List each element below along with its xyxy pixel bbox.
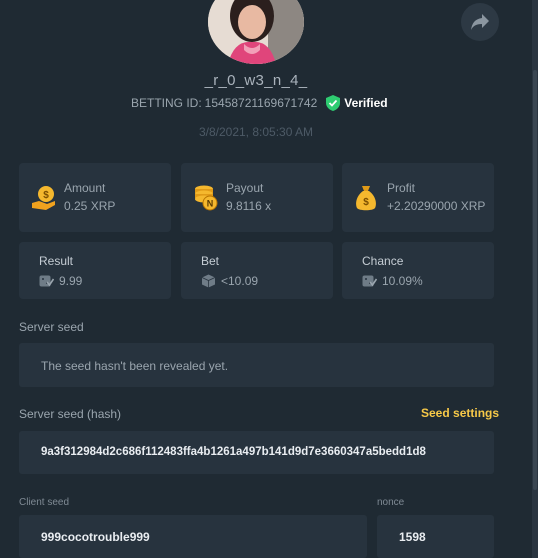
seed-settings-link[interactable]: Seed settings [421,406,499,420]
result-card: Result 9.99 [19,242,171,299]
betting-id-label: BETTING ID: [131,96,202,110]
payout-value: 9.8116 x [226,199,272,213]
bet-card: Bet <10.09 [181,242,333,299]
chance-card: Chance 10.09% [342,242,494,299]
profit-card: $ Profit +2.20290000 XRP [342,163,494,232]
profit-value: +2.20290000 XRP [387,199,486,213]
result-label: Result [39,254,74,268]
server-seed-value: The seed hasn't been revealed yet. [41,359,229,373]
nonce-label: nonce [377,497,405,508]
profit-label: Profit [387,181,416,195]
svg-text:$: $ [43,190,49,201]
coin-stack-icon: N [195,185,218,211]
payout-label: Payout [226,181,264,195]
betting-id-value: 15458721169671742 [204,96,318,110]
scrollbar[interactable] [532,0,538,558]
svg-text:N: N [207,199,214,209]
dice-check-icon [39,275,54,287]
server-seed-label: Server seed [19,320,84,334]
avatar [208,0,304,64]
client-seed-value: 999cocotrouble999 [41,530,150,544]
verified-shield-icon [326,95,341,111]
coin-hand-icon: $ [32,186,55,210]
scrollbar-thumb[interactable] [533,70,537,490]
amount-value: 0.25 XRP [64,199,116,213]
bet-label: Bet [201,254,220,268]
svg-text:$: $ [363,197,369,208]
verified-label: Verified [344,96,388,110]
bet-timestamp: 3/8/2021, 8:05:30 AM [198,125,314,139]
amount-label: Amount [64,181,106,195]
share-button[interactable] [461,3,499,41]
payout-card: N Payout 9.8116 x [181,163,333,232]
server-seed-hash-field[interactable]: 9a3f312984d2c686f112483ffa4b1261a497b141… [19,431,494,474]
server-seed-field[interactable]: The seed hasn't been revealed yet. [19,343,494,387]
betting-id-row: BETTING ID: 15458721169671742 Verified [131,95,388,111]
money-bag-icon: $ [356,186,376,211]
client-seed-field[interactable]: 999cocotrouble999 [19,515,367,558]
server-seed-hash-label: Server seed (hash) [19,407,122,421]
username: _r_0_w3_n_4_ [204,72,308,89]
share-icon [471,14,489,30]
verified-badge: Verified [326,95,388,111]
amount-card: $ Amount 0.25 XRP [19,163,171,232]
chance-label: Chance [362,254,404,268]
result-value: 9.99 [59,274,83,288]
client-seed-label: Client seed [19,497,70,508]
bet-value: <10.09 [221,274,259,288]
chance-value: 10.09% [382,274,423,288]
nonce-field[interactable]: 1598 [377,515,494,558]
dice-check-icon [362,275,377,287]
server-seed-hash-value: 9a3f312984d2c686f112483ffa4b1261a497b141… [41,446,426,458]
dice-icon [201,274,216,288]
nonce-value: 1598 [399,530,426,544]
